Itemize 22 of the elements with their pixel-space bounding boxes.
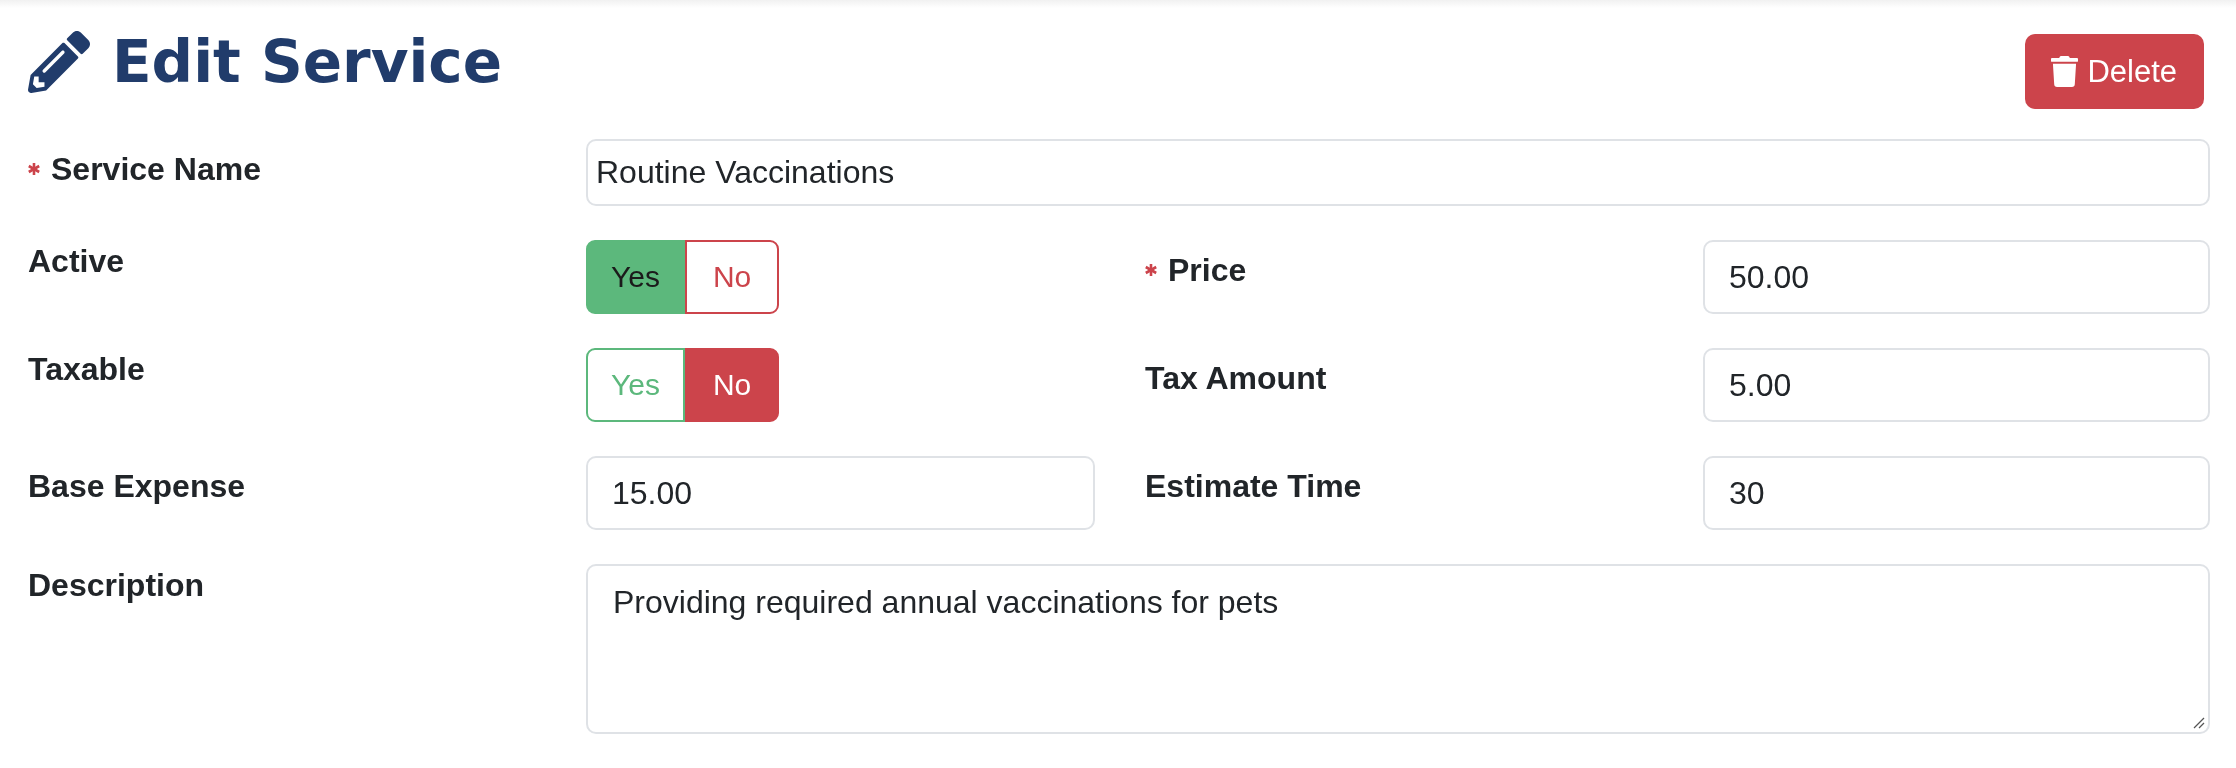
field-label: Base Expense <box>28 468 245 504</box>
field-label: Estimate Time <box>1145 468 1362 504</box>
input-field[interactable]: 30 <box>1703 456 2210 530</box>
resize-handle-icon[interactable] <box>2193 717 2205 729</box>
page-title: Edit Service <box>112 30 503 94</box>
text-area-field[interactable]: Providing required annual vaccinations for pets <box>586 564 2210 734</box>
input-field[interactable]: 50.00 <box>1703 240 2210 314</box>
toggle-option-button[interactable]: No <box>684 240 780 314</box>
toggle-option-button[interactable]: No <box>684 348 780 422</box>
input-field[interactable]: Routine Vaccinations <box>586 139 2210 206</box>
input-field[interactable]: 5.00 <box>1703 348 2210 422</box>
toggle-option-button[interactable]: Yes <box>586 240 685 314</box>
field-label: Active <box>28 243 125 279</box>
field-label: Description <box>28 567 205 603</box>
field-label: Taxable <box>28 351 145 387</box>
input-field[interactable]: 15.00 <box>586 456 1095 530</box>
field-label: Tax Amount <box>1145 360 1327 396</box>
field-label: Price <box>1168 252 1247 288</box>
field-label: Service Name <box>51 151 261 187</box>
delete-button[interactable]: Delete <box>2025 34 2204 109</box>
trash-icon <box>2051 56 2079 87</box>
pencil-icon <box>28 31 90 93</box>
